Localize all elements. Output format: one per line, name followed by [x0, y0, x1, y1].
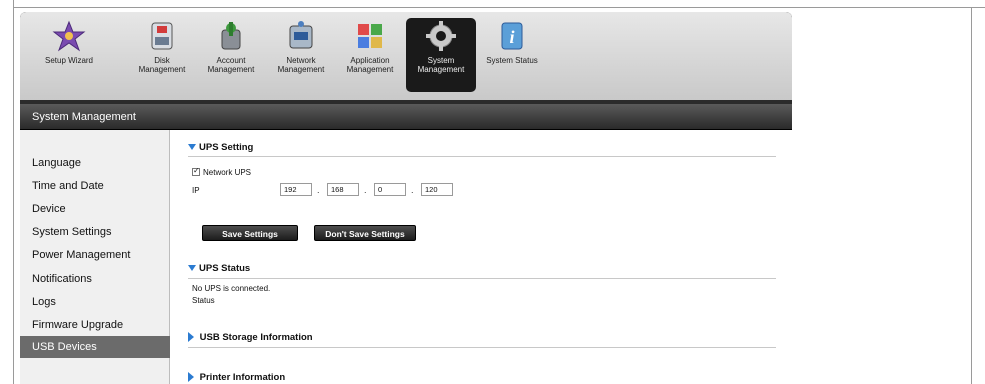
ip-octet-3-input[interactable]: 0	[374, 183, 406, 196]
nav-label: System Status	[486, 56, 538, 65]
application-icon	[352, 20, 388, 52]
ip-dot: .	[364, 185, 367, 195]
sidebar-item-time-and-date[interactable]: Time and Date	[20, 175, 170, 197]
ip-octet-2-input[interactable]: 168	[327, 183, 359, 196]
ip-dot: .	[411, 185, 414, 195]
printer-header[interactable]: Printer Information	[188, 372, 285, 383]
printer-title: Printer Information	[199, 372, 286, 383]
nav-label: Application	[350, 56, 390, 65]
app-window: Setup Wizard Disk Management Account Man…	[20, 12, 792, 384]
nav-label-2: Management	[417, 65, 465, 74]
nav-system-status[interactable]: i System Status	[477, 18, 547, 92]
triangle-right-icon	[188, 372, 194, 383]
nav-label: System	[427, 56, 455, 65]
usb-storage-header[interactable]: USB Storage Information	[188, 332, 313, 343]
nav-label-2: Management	[346, 65, 394, 74]
nav-label-2: Management	[138, 65, 186, 74]
ups-status-header[interactable]: UPS Status	[188, 263, 250, 274]
nav-setup-wizard[interactable]: Setup Wizard	[34, 18, 104, 92]
ups-status-message: No UPS is connected.	[192, 284, 271, 293]
nav-label: Disk	[154, 56, 170, 65]
ups-status-title: UPS Status	[199, 263, 251, 274]
network-ups-checkbox[interactable]	[192, 166, 200, 176]
main-panel: UPS Setting Network UPS IP 192 . 168 . 0…	[170, 130, 792, 384]
disk-icon	[144, 20, 180, 52]
nav-label-2: Management	[277, 65, 325, 74]
nav-network-management[interactable]: Network Management	[266, 18, 336, 92]
divider	[188, 156, 776, 157]
nav-application-management[interactable]: Application Management	[335, 18, 405, 92]
sidebar-item-language[interactable]: Language	[20, 152, 170, 174]
gear-icon	[423, 20, 459, 52]
ups-setting-header[interactable]: UPS Setting	[188, 142, 253, 153]
nav-system-management[interactable]: System Management	[406, 18, 476, 92]
nav-account-management[interactable]: Account Management	[196, 18, 266, 92]
wizard-icon	[51, 20, 87, 52]
top-navigation: Setup Wizard Disk Management Account Man…	[20, 12, 792, 100]
dont-save-settings-button[interactable]: Don't Save Settings	[314, 225, 416, 241]
network-icon	[283, 20, 319, 52]
left-border	[0, 0, 14, 384]
divider	[188, 347, 776, 348]
account-icon	[213, 20, 249, 52]
right-border	[971, 8, 972, 384]
ip-octet-1-input[interactable]: 192	[280, 183, 312, 196]
ip-octet-4-input[interactable]: 120	[421, 183, 453, 196]
sidebar-item-firmware-upgrade[interactable]: Firmware Upgrade	[20, 314, 170, 336]
sidebar-item-notifications[interactable]: Notifications	[20, 268, 170, 290]
sidebar-item-system-settings[interactable]: System Settings	[20, 221, 170, 243]
top-border	[14, 0, 985, 8]
nav-label: Account	[216, 56, 246, 65]
nav-disk-management[interactable]: Disk Management	[127, 18, 197, 92]
network-ups-label: Network UPS	[203, 168, 252, 177]
nav-label: Setup Wizard	[44, 56, 94, 65]
sidebar-item-usb-devices[interactable]: USB Devices	[20, 336, 170, 358]
triangle-down-icon	[188, 144, 196, 151]
ip-dot: .	[317, 185, 320, 195]
ups-setting-title: UPS Setting	[199, 142, 254, 153]
ip-label: IP	[192, 186, 200, 195]
triangle-right-icon	[188, 332, 194, 343]
section-header: System Management	[20, 104, 792, 130]
sidebar: Language Time and Date Device System Set…	[20, 130, 170, 384]
nav-label: Network	[286, 56, 316, 65]
divider	[188, 278, 776, 279]
sidebar-item-device[interactable]: Device	[20, 198, 170, 220]
sidebar-item-power-management[interactable]: Power Management	[20, 244, 170, 266]
ups-status-label: Status	[192, 296, 215, 305]
nav-label-2: Management	[207, 65, 255, 74]
svg-text:i: i	[509, 27, 514, 47]
usb-storage-title: USB Storage Information	[199, 332, 313, 343]
sidebar-item-logs[interactable]: Logs	[20, 291, 170, 313]
triangle-down-icon	[188, 265, 196, 272]
info-icon: i	[494, 20, 530, 52]
save-settings-button[interactable]: Save Settings	[202, 225, 298, 241]
